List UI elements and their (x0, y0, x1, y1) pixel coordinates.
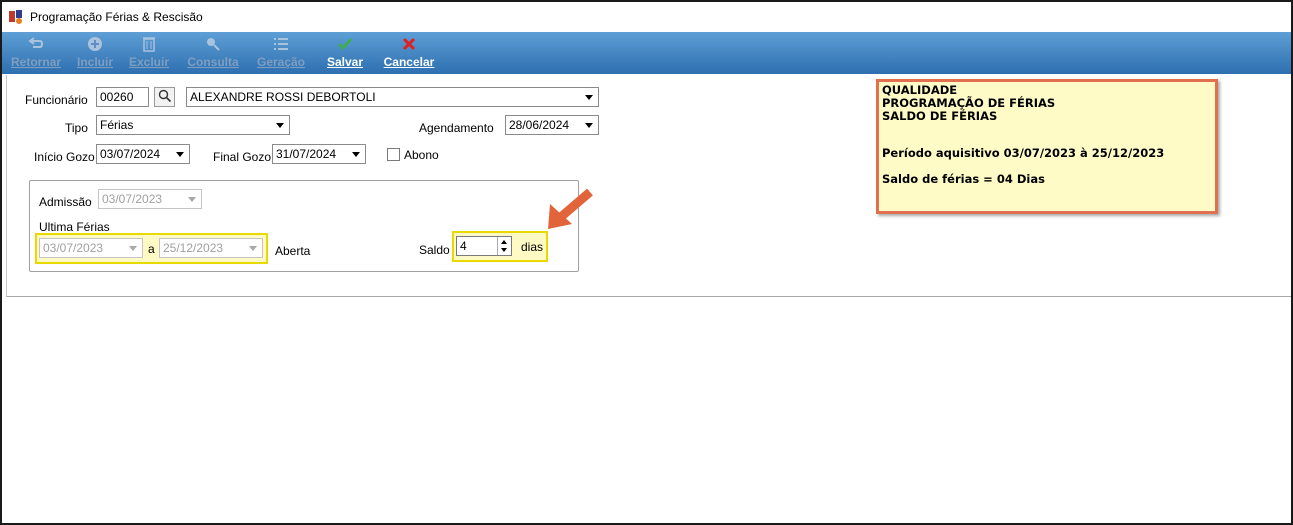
final-gozo-date-picker[interactable]: 31/07/2024 (272, 144, 366, 164)
geracao-button[interactable]: Geração (250, 32, 312, 74)
tipo-value: Férias (100, 118, 134, 132)
note-line-5: Saldo de férias = 04 Dias (882, 172, 1045, 186)
inicio-gozo-label: Início Gozo (34, 150, 95, 164)
annotation-note: QUALIDADE PROGRAMAÇÃO DE FÉRIAS SALDO DE… (876, 79, 1218, 214)
toolbar: Retornar Incluir Excluir Consulta Geraçã… (2, 32, 1291, 74)
funcionario-label: Funcionário (25, 93, 88, 107)
checkmark-icon (336, 36, 354, 52)
callout-arrow-icon (548, 188, 593, 229)
final-gozo-label: Final Gozo (213, 150, 272, 164)
geracao-label: Geração (256, 55, 306, 69)
saldo-spinner[interactable]: 4 (456, 236, 512, 256)
final-gozo-value: 31/07/2024 (276, 147, 337, 161)
spin-up-icon (501, 240, 507, 244)
ultima-ferias-from-picker: 03/07/2023 (39, 238, 143, 258)
tipo-label: Tipo (65, 121, 88, 135)
funcionario-search-button[interactable] (154, 87, 175, 107)
excluir-label: Excluir (128, 55, 170, 69)
app-window: Programação Férias & Rescisão Retornar I… (0, 0, 1293, 525)
x-icon (400, 36, 418, 52)
funcionario-name-select[interactable]: ALEXANDRE ROSSI DEBORTOLI (186, 87, 599, 107)
chevron-down-icon (352, 152, 360, 157)
funcionario-code-input[interactable]: 00260 (96, 87, 149, 107)
salvar-label: Salvar (326, 55, 364, 69)
return-icon (27, 36, 45, 52)
note-line-4: Período aquisitivo 03/07/2023 à 25/12/20… (882, 146, 1165, 160)
retornar-label: Retornar (10, 55, 61, 69)
excluir-button[interactable]: Excluir (122, 32, 176, 74)
abono-checkbox[interactable] (387, 148, 400, 161)
funcionario-name-value: ALEXANDRE ROSSI DEBORTOLI (190, 90, 376, 104)
app-logo-icon (8, 9, 24, 25)
agendamento-value: 28/06/2024 (509, 118, 570, 132)
trash-icon (140, 36, 158, 52)
list-icon (272, 36, 290, 52)
magnifier-icon (158, 89, 172, 106)
inicio-gozo-date-picker[interactable]: 03/07/2024 (96, 144, 190, 164)
note-line-3: SALDO DE FÉRIAS (882, 109, 998, 123)
retornar-button[interactable]: Retornar (4, 32, 68, 74)
cancelar-button[interactable]: Cancelar (378, 32, 440, 74)
consulta-button[interactable]: Consulta (180, 32, 246, 74)
chevron-down-icon (129, 246, 137, 251)
incluir-button[interactable]: Incluir (72, 32, 118, 74)
abono-label: Abono (404, 148, 439, 162)
saldo-label: Saldo (419, 243, 450, 257)
agendamento-label: Agendamento (419, 121, 494, 135)
ultima-ferias-label: Ultima Férias (39, 220, 110, 234)
chevron-down-icon (276, 123, 284, 128)
aberta-label: Aberta (275, 244, 311, 258)
chevron-down-icon (585, 95, 593, 100)
admissao-date-picker: 03/07/2023 (98, 189, 202, 209)
saldo-value: 4 (460, 239, 467, 253)
inicio-gozo-value: 03/07/2024 (100, 147, 161, 161)
incluir-label: Incluir (76, 55, 113, 69)
title-bar: Programação Férias & Rescisão (2, 2, 1291, 32)
chevron-down-icon (585, 123, 593, 128)
chevron-down-icon (188, 197, 196, 202)
chevron-down-icon (176, 152, 184, 157)
ultima-ferias-to-picker: 25/12/2023 (159, 238, 263, 258)
lower-empty-panel (2, 298, 1291, 523)
tipo-select[interactable]: Férias (96, 115, 290, 135)
admissao-label: Admissão (39, 195, 92, 209)
chevron-down-icon (249, 246, 257, 251)
consulta-label: Consulta (187, 55, 239, 69)
dias-label: dias (521, 240, 544, 254)
ultima-to-value: 25/12/2023 (163, 241, 224, 255)
agendamento-date-picker[interactable]: 28/06/2024 (505, 115, 599, 135)
admissao-value: 03/07/2023 (102, 192, 163, 206)
cancelar-label: Cancelar (383, 55, 435, 69)
salvar-button[interactable]: Salvar (316, 32, 374, 74)
ultima-sep-label: a (148, 242, 155, 256)
ultima-from-value: 03/07/2023 (43, 241, 104, 255)
plus-circle-icon (86, 36, 104, 52)
spin-down-icon (501, 248, 507, 252)
window-title: Programação Férias & Rescisão (30, 10, 203, 24)
search-icon (204, 36, 222, 52)
spinner-buttons[interactable] (497, 237, 511, 255)
